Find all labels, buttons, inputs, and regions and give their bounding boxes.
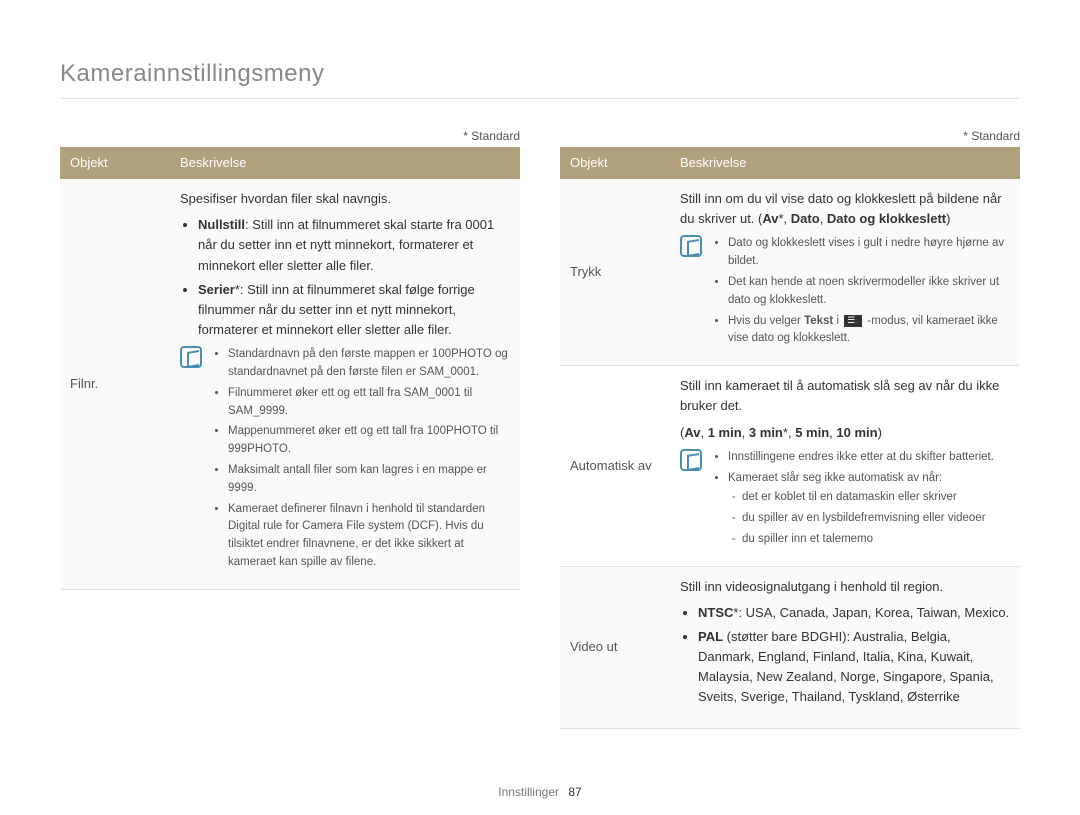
bullet-text: (støtter bare BDGHI): Australia, Belgia,…	[698, 629, 994, 704]
left-table: Objekt Beskrivelse Filnr. Spesifiser hvo…	[60, 147, 520, 590]
page-title: Kamerainnstillingsmeny	[60, 60, 1020, 99]
row-label-filnr: Filnr.	[60, 179, 170, 589]
right-table: Objekt Beskrivelse Trykk Still inn om du…	[560, 147, 1020, 729]
autoav-intro: Still inn kameraet til å automatisk slå …	[680, 376, 1010, 416]
text: i	[833, 315, 842, 327]
opt: 3 min	[749, 425, 783, 440]
row-label-trykk: Trykk	[560, 179, 670, 366]
list-item: Filnummeret øker ett og ett tall fra SAM…	[228, 385, 510, 421]
bullet-strong: Serier	[198, 282, 235, 297]
row-label-videoout: Video ut	[560, 566, 670, 728]
note-sublist: det er koblet til en datamaskin eller sk…	[728, 489, 994, 548]
note-list: Innstillingene endres ikke etter at du s…	[712, 449, 994, 552]
trykk-intro: Still inn om du vil vise dato og klokkes…	[680, 189, 1010, 229]
opt: Av	[684, 425, 700, 440]
text: )	[878, 425, 882, 440]
table-row: Filnr. Spesifiser hvordan filer skal nav…	[60, 179, 520, 589]
page-footer: Innstillinger 87	[0, 785, 1080, 799]
list-item: Dato og klokkeslett vises i gult i nedre…	[728, 235, 1010, 271]
left-column: * Standard Objekt Beskrivelse Filnr. Spe…	[60, 129, 520, 729]
col-header-beskrivelse: Beskrivelse	[670, 147, 1020, 179]
text: ,	[742, 425, 749, 440]
table-row: Trykk Still inn om du vil vise dato og k…	[560, 179, 1020, 366]
note-icon	[680, 235, 702, 257]
mode-icon	[844, 315, 862, 327]
note-icon	[180, 346, 202, 368]
row-label-autoav: Automatisk av	[560, 366, 670, 566]
row-desc-trykk: Still inn om du vil vise dato og klokkes…	[670, 179, 1020, 366]
content-columns: * Standard Objekt Beskrivelse Filnr. Spe…	[60, 129, 1020, 729]
text: ,	[700, 425, 707, 440]
col-header-objekt: Objekt	[560, 147, 670, 179]
right-column: * Standard Objekt Beskrivelse Trykk Stil…	[560, 129, 1020, 729]
table-row: Automatisk av Still inn kameraet til å a…	[560, 366, 1020, 566]
bullet-strong: NTSC	[698, 605, 733, 620]
filnr-intro: Spesifiser hvordan filer skal navngis.	[180, 189, 510, 209]
text: ,	[820, 211, 827, 226]
text: *,	[783, 425, 795, 440]
text: Hvis du velger	[728, 315, 804, 327]
list-item: Serier*: Still inn at filnummeret skal f…	[198, 280, 510, 340]
row-desc-filnr: Spesifiser hvordan filer skal navngis. N…	[170, 179, 520, 589]
bullet-text: *: USA, Canada, Japan, Korea, Taiwan, Me…	[733, 605, 1009, 620]
videoout-bullets: NTSC*: USA, Canada, Japan, Korea, Taiwan…	[680, 603, 1010, 708]
bullet-text: *: Still inn at filnummeret skal følge f…	[198, 282, 475, 337]
list-item: det er koblet til en datamaskin eller sk…	[742, 489, 994, 507]
text: )	[946, 211, 950, 226]
list-item: Mappenummeret øker ett og ett tall fra 1…	[228, 423, 510, 459]
list-item: NTSC*: USA, Canada, Japan, Korea, Taiwan…	[698, 603, 1010, 623]
list-item: du spiller inn et talememo	[742, 531, 994, 549]
opt: 5 min	[795, 425, 829, 440]
standard-note-right: * Standard	[560, 129, 1020, 143]
list-item: Kameraet slår seg ikke automatisk av når…	[728, 470, 994, 549]
filnr-bullets: Nullstill: Still inn at filnummeret skal…	[180, 215, 510, 340]
autoav-options: (Av, 1 min, 3 min*, 5 min, 10 min)	[680, 423, 1010, 443]
standard-note-left: * Standard	[60, 129, 520, 143]
list-item: du spiller av en lysbildefremvisning ell…	[742, 510, 994, 528]
row-desc-autoav: Still inn kameraet til å automatisk slå …	[670, 366, 1020, 566]
text: *,	[779, 211, 791, 226]
videoout-intro: Still inn videosignalutgang i henhold ti…	[680, 577, 1010, 597]
footer-page-number: 87	[568, 785, 581, 799]
list-item: Kameraet definerer filnavn i henhold til…	[228, 501, 510, 572]
list-item: Innstillingene endres ikke etter at du s…	[728, 449, 994, 467]
list-item: PAL (støtter bare BDGHI): Australia, Bel…	[698, 627, 1010, 708]
note-icon	[680, 449, 702, 471]
opt: Dato og klokkeslett	[827, 211, 946, 226]
list-item: Maksimalt antall filer som kan lagres i …	[228, 462, 510, 498]
row-desc-videoout: Still inn videosignalutgang i henhold ti…	[670, 566, 1020, 728]
opt: 1 min	[708, 425, 742, 440]
opt: Dato	[791, 211, 820, 226]
note-list: Standardnavn på den første mappen er 100…	[212, 346, 510, 575]
col-header-objekt: Objekt	[60, 147, 170, 179]
opt: 10 min	[836, 425, 877, 440]
bullet-strong: Nullstill	[198, 217, 245, 232]
list-item: Hvis du velger Tekst i -modus, vil kamer…	[728, 313, 1010, 349]
list-item: Standardnavn på den første mappen er 100…	[228, 346, 510, 382]
table-row: Video ut Still inn videosignalutgang i h…	[560, 566, 1020, 728]
note-box: Innstillingene endres ikke etter at du s…	[680, 449, 1010, 552]
note-box: Dato og klokkeslett vises i gult i nedre…	[680, 235, 1010, 351]
opt: Av	[762, 211, 778, 226]
text-bold: Tekst	[804, 315, 833, 327]
col-header-beskrivelse: Beskrivelse	[170, 147, 520, 179]
list-item: Nullstill: Still inn at filnummeret skal…	[198, 215, 510, 275]
footer-section: Innstillinger	[498, 785, 559, 799]
text: Kameraet slår seg ikke automatisk av når…	[728, 472, 942, 484]
note-box: Standardnavn på den første mappen er 100…	[180, 346, 510, 575]
note-list: Dato og klokkeslett vises i gult i nedre…	[712, 235, 1010, 351]
list-item: Det kan hende at noen skrivermodeller ik…	[728, 274, 1010, 310]
bullet-strong: PAL	[698, 629, 723, 644]
